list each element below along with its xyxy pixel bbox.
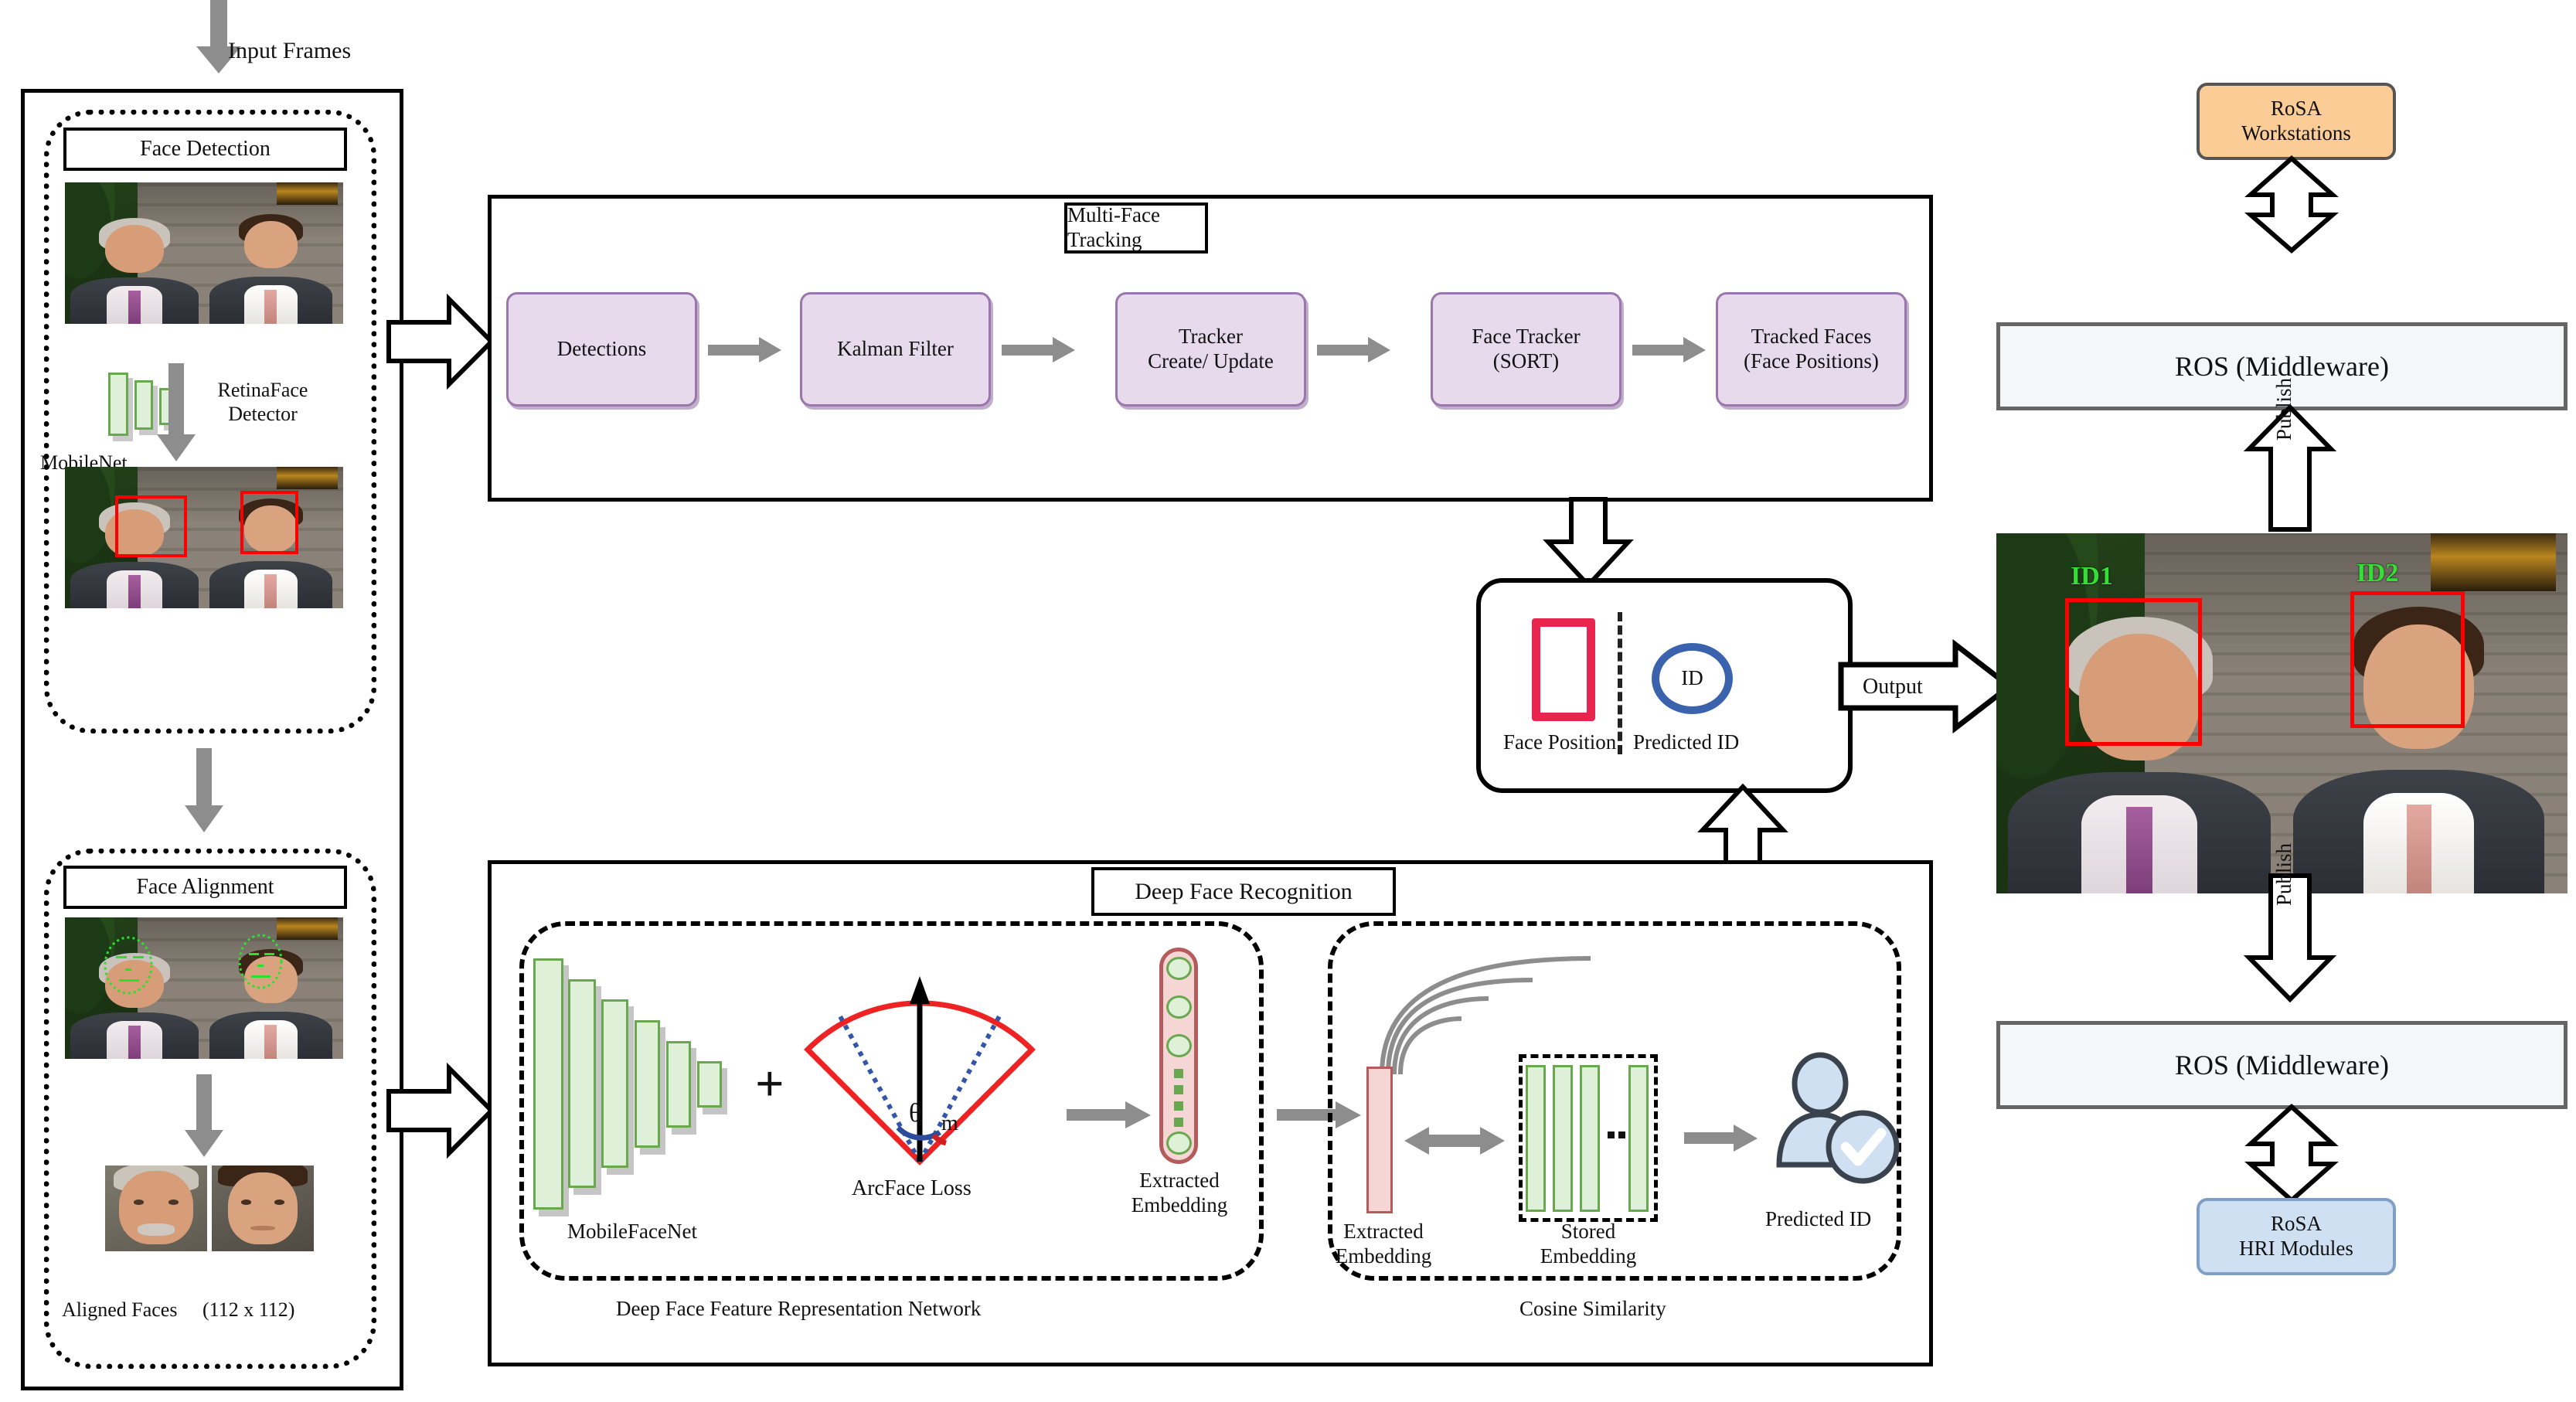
face-position-label: Face Position <box>1503 730 1617 754</box>
detection-bbox-right <box>240 491 299 555</box>
result-bbox-id1 <box>2064 597 2203 746</box>
stored-embedding-3 <box>1580 1065 1600 1212</box>
tracking-title: Multi-Face Tracking <box>1067 203 1160 251</box>
cosine-similarity-caption: Cosine Similarity <box>1519 1297 1666 1320</box>
diagram-canvas: Input Frames Face Detection MobileNet Re… <box>0 0 2576 1402</box>
face-detection-title-box: Face Detection <box>63 128 347 171</box>
face-position-rect-icon <box>1532 618 1595 721</box>
face-detection-title: Face Detection <box>140 137 271 162</box>
extracted-embedding-label: Extracted Embedding <box>1131 1169 1228 1217</box>
theta-symbol-label: θ <box>909 1099 922 1128</box>
alignment-crop-arrow <box>182 1074 226 1162</box>
ros-middleware-bottom-box: ROS (Middleware) <box>1996 1021 2567 1109</box>
face-alignment-title-box: Face Alignment <box>63 866 347 909</box>
face-alignment-title: Face Alignment <box>136 875 274 900</box>
publish-label-top: Publish <box>2272 377 2295 441</box>
similarity-double-arrow <box>1404 1125 1505 1161</box>
tracking-node-tracker-create-update[interactable]: Tracker Create/ Update <box>1115 292 1306 407</box>
aligned-faces-label: Aligned Faces <box>62 1298 178 1321</box>
predicted-id-avatar-icon <box>1771 1052 1903 1188</box>
predicted-id-label: Predicted ID <box>1633 730 1740 754</box>
result-bbox-id2 <box>2350 590 2465 728</box>
input-photo <box>65 182 343 324</box>
publish-label-bottom: Publish <box>2272 842 2295 906</box>
tracking-node-face-tracker-sort[interactable]: Face Tracker (SORT) <box>1431 292 1621 407</box>
arcface-loss-diagram <box>788 968 1051 1173</box>
tracking-node-tracked-faces[interactable]: Tracked Faces (Face Positions) <box>1716 292 1907 407</box>
arcface-to-embedding-arrow <box>1067 1101 1152 1133</box>
alignment-to-recognition-arrow <box>386 1062 495 1159</box>
recognition-result-photo: ID1 ID2 <box>1996 533 2567 893</box>
arcface-loss-label: ArcFace Loss <box>852 1176 972 1200</box>
facial-landmarks-left <box>104 934 283 995</box>
aligned-face-1 <box>105 1165 207 1251</box>
result-id1-label: ID1 <box>2071 562 2113 591</box>
cosine-predicted-id-label: Predicted ID <box>1765 1207 1872 1230</box>
cosine-extracted-embedding-label: Extracted Embedding <box>1335 1220 1432 1268</box>
detection-to-alignment-arrow <box>182 748 226 837</box>
tracking-arrow-2 <box>1002 337 1076 367</box>
query-embedding-column <box>1366 1067 1393 1213</box>
ros-hri-double-arrow <box>2241 1103 2342 1205</box>
cosine-to-identity-arrow <box>1684 1125 1758 1156</box>
tracking-arrow-4 <box>1632 337 1707 367</box>
detection-bbox-left <box>114 495 188 558</box>
detected-photo <box>65 467 343 608</box>
workstations-ros-double-arrow <box>2241 155 2342 255</box>
embedding-node-3 <box>1166 1034 1192 1057</box>
detection-to-tracking-arrow <box>386 293 495 390</box>
detector-arrow <box>155 363 198 466</box>
rosa-hri-modules-box[interactable]: RoSA HRI Modules <box>2197 1198 2396 1275</box>
aligned-faces-size: (112 x 112) <box>202 1298 295 1321</box>
stored-embedding-n <box>1628 1065 1649 1212</box>
output-arrow-label: Output <box>1863 675 1923 699</box>
aligned-face-2 <box>212 1165 314 1251</box>
embedding-ellipsis-dot-3 <box>1174 1101 1183 1111</box>
embedding-ellipsis-dot-4 <box>1174 1118 1183 1127</box>
input-frames-label: Input Frames <box>228 38 352 63</box>
tracking-node-detections[interactable]: Detections <box>506 292 697 407</box>
tracking-arrow-1 <box>708 337 782 367</box>
output-box-divider <box>1618 612 1622 754</box>
feature-network-caption: Deep Face Feature Representation Network <box>616 1297 982 1320</box>
stored-embedding-2 <box>1553 1065 1573 1212</box>
rosa-workstations-box[interactable]: RoSA Workstations <box>2197 83 2396 160</box>
stored-embedding-1 <box>1526 1065 1546 1212</box>
predicted-id-badge-text: ID <box>1681 666 1703 690</box>
tracking-node-kalman-filter[interactable]: Kalman Filter <box>800 292 991 407</box>
plus-symbol-icon: + <box>755 1056 784 1112</box>
tracking-arrow-3 <box>1317 337 1391 367</box>
mobilefacenet-label: MobileFaceNet <box>567 1220 697 1243</box>
tracking-to-output-arrow <box>1543 497 1634 590</box>
embedding-node-2 <box>1166 995 1192 1019</box>
landmark-photo <box>65 917 343 1059</box>
margin-symbol-label: m <box>941 1111 958 1135</box>
recognition-title: Deep Face Recognition <box>1135 878 1353 904</box>
embedding-ellipsis-dot-2 <box>1174 1085 1183 1094</box>
recognition-title-box: Deep Face Recognition <box>1091 867 1396 916</box>
stored-embedding-label: Stored Embedding <box>1540 1220 1637 1268</box>
retinaface-detector-label: RetinaFace Detector <box>217 379 308 425</box>
embedding-ellipsis-dot-1 <box>1174 1069 1183 1078</box>
embedding-node-last <box>1166 1131 1192 1155</box>
tracking-title-box: Multi-Face Tracking <box>1064 202 1208 254</box>
mobilefacenet-bars <box>533 955 734 1210</box>
result-id2-label: ID2 <box>2356 558 2399 587</box>
embedding-node-1 <box>1166 957 1192 980</box>
